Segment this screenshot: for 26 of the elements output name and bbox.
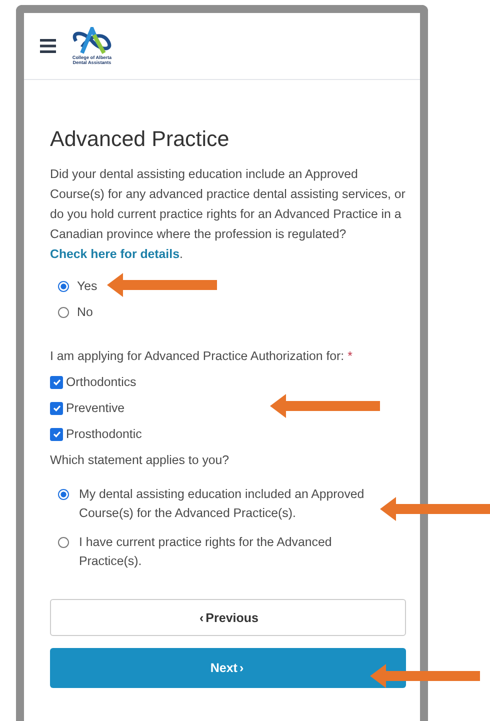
checkbox-label: Orthodontics bbox=[66, 375, 136, 389]
checkbox[interactable] bbox=[50, 428, 63, 440]
details-link[interactable]: Check here for details bbox=[50, 247, 180, 261]
question-text: Did your dental assisting education include an Approved Course(s) for any advanced practice dental assisting services, or do you hold current practice rights for an Advanced Practice in a Canadian province where the profession is regulated? Check here for details. bbox=[50, 166, 406, 263]
checkbox[interactable] bbox=[50, 376, 63, 388]
radio-label: I have current practice rights for the Advanced Practice(s). bbox=[79, 534, 333, 570]
checkmark-icon bbox=[52, 429, 62, 439]
menu-icon[interactable] bbox=[40, 39, 56, 53]
checkmark-icon bbox=[52, 377, 62, 387]
radio-label: Yes bbox=[77, 279, 98, 293]
radio-label: No bbox=[77, 305, 93, 319]
previous-button[interactable]: ‹ Previous bbox=[50, 599, 406, 636]
required-mark: * bbox=[348, 349, 352, 363]
checkbox[interactable] bbox=[50, 402, 63, 414]
checkbox-label: Prosthodontic bbox=[66, 427, 142, 441]
radio-button[interactable] bbox=[58, 489, 69, 500]
radio-button[interactable] bbox=[58, 280, 69, 292]
radio-label: My dental assisting education included an Approved Course(s) for the Advanced Practice(s). bbox=[79, 486, 366, 522]
radio-button[interactable] bbox=[58, 306, 69, 318]
next-button[interactable]: Next › bbox=[50, 648, 406, 688]
page-title: Advanced Practice bbox=[50, 127, 230, 152]
checkbox-label: Preventive bbox=[66, 401, 125, 415]
radio-button[interactable] bbox=[58, 537, 69, 548]
field-label: Which statement applies to you? bbox=[50, 453, 230, 467]
checkmark-icon bbox=[52, 403, 62, 413]
field-label: I am applying for Advanced Practice Authorization for: bbox=[50, 349, 344, 363]
